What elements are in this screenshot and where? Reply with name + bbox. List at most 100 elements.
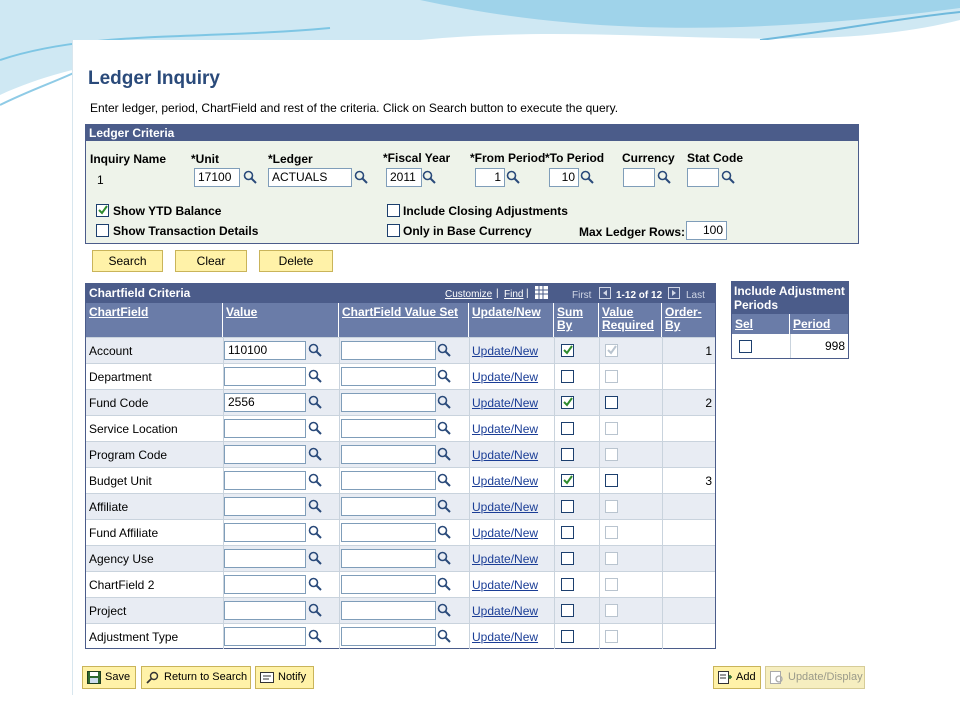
update-new-link[interactable]: Update/New [472,630,538,644]
value-required-checkbox[interactable] [605,474,618,487]
chartfield-value-input[interactable] [224,575,306,594]
value-required-checkbox[interactable] [605,370,618,383]
value-lookup-icon[interactable] [308,577,322,591]
sum-by-checkbox[interactable] [561,396,574,409]
next-page-icon[interactable] [668,287,680,299]
value-lookup-icon[interactable] [308,447,322,461]
value-required-checkbox[interactable] [605,552,618,565]
col-update-new[interactable]: Update/New [469,303,554,337]
show-transaction-checkbox[interactable] [96,224,109,237]
update-new-link[interactable]: Update/New [472,344,538,358]
from-period-input[interactable]: 1 [475,168,505,187]
value-set-lookup-icon[interactable] [437,603,451,617]
update-new-link[interactable]: Update/New [472,422,538,436]
value-set-lookup-icon[interactable] [437,499,451,513]
find-link[interactable]: Find [504,289,523,300]
value-required-checkbox[interactable] [605,604,618,617]
value-set-input[interactable] [341,627,436,646]
add-button[interactable]: Add [713,666,761,689]
col-sel[interactable]: Sel [732,314,790,334]
value-set-input[interactable] [341,419,436,438]
value-set-input[interactable] [341,523,436,542]
sum-by-checkbox[interactable] [561,344,574,357]
search-button[interactable]: Search [92,250,163,272]
value-required-checkbox[interactable] [605,578,618,591]
currency-lookup-icon[interactable] [657,170,671,184]
value-set-lookup-icon[interactable] [437,343,451,357]
value-required-checkbox[interactable] [605,500,618,513]
col-chartfield[interactable]: ChartField [86,303,223,337]
update-new-link[interactable]: Update/New [472,370,538,384]
from-period-lookup-icon[interactable] [506,170,520,184]
ledger-lookup-icon[interactable] [354,170,368,184]
value-set-lookup-icon[interactable] [437,551,451,565]
download-grid-icon[interactable] [535,286,548,299]
col-value-set[interactable]: ChartField Value Set [339,303,469,337]
clear-button[interactable]: Clear [175,250,247,272]
unit-lookup-icon[interactable] [243,170,257,184]
sum-by-checkbox[interactable] [561,474,574,487]
ledger-input[interactable]: ACTUALS [268,168,352,187]
value-set-input[interactable] [341,367,436,386]
value-required-checkbox[interactable] [605,526,618,539]
value-required-checkbox[interactable] [605,422,618,435]
update-new-link[interactable]: Update/New [472,396,538,410]
unit-input[interactable]: 17100 [194,168,240,187]
sum-by-checkbox[interactable] [561,552,574,565]
save-button[interactable]: Save [82,666,136,689]
sum-by-checkbox[interactable] [561,448,574,461]
chartfield-value-input[interactable]: 110100 [224,341,306,360]
chartfield-value-input[interactable] [224,445,306,464]
update-new-link[interactable]: Update/New [472,552,538,566]
value-set-input[interactable] [341,471,436,490]
value-set-input[interactable] [341,601,436,620]
value-set-lookup-icon[interactable] [437,369,451,383]
value-required-checkbox[interactable] [605,396,618,409]
value-set-lookup-icon[interactable] [437,447,451,461]
sum-by-checkbox[interactable] [561,578,574,591]
sum-by-checkbox[interactable] [561,630,574,643]
chartfield-value-input[interactable] [224,523,306,542]
value-lookup-icon[interactable] [308,343,322,357]
max-rows-input[interactable]: 100 [686,221,727,240]
update-new-link[interactable]: Update/New [472,448,538,462]
col-order-by[interactable]: Order-By [662,303,715,337]
value-required-checkbox[interactable] [605,630,618,643]
value-set-lookup-icon[interactable] [437,525,451,539]
col-period[interactable]: Period [790,314,848,334]
value-required-checkbox[interactable] [605,344,618,357]
value-lookup-icon[interactable] [308,473,322,487]
value-set-input[interactable] [341,549,436,568]
value-lookup-icon[interactable] [308,499,322,513]
update-new-link[interactable]: Update/New [472,474,538,488]
value-set-lookup-icon[interactable] [437,421,451,435]
sum-by-checkbox[interactable] [561,526,574,539]
value-set-lookup-icon[interactable] [437,395,451,409]
update-new-link[interactable]: Update/New [472,604,538,618]
value-set-input[interactable] [341,445,436,464]
value-lookup-icon[interactable] [308,421,322,435]
col-value[interactable]: Value [223,303,339,337]
update-new-link[interactable]: Update/New [472,578,538,592]
update-new-link[interactable]: Update/New [472,500,538,514]
chartfield-value-input[interactable] [224,627,306,646]
value-required-checkbox[interactable] [605,448,618,461]
delete-button[interactable]: Delete [259,250,333,272]
to-period-lookup-icon[interactable] [580,170,594,184]
value-lookup-icon[interactable] [308,551,322,565]
sum-by-checkbox[interactable] [561,422,574,435]
value-set-input[interactable] [341,341,436,360]
sum-by-checkbox[interactable] [561,604,574,617]
previous-page-icon[interactable] [599,287,611,299]
update-display-button[interactable]: Update/Display [765,666,865,689]
include-closing-checkbox[interactable] [387,204,400,217]
sum-by-checkbox[interactable] [561,370,574,383]
value-set-lookup-icon[interactable] [437,577,451,591]
chartfield-value-input[interactable] [224,549,306,568]
chartfield-value-input[interactable] [224,497,306,516]
value-lookup-icon[interactable] [308,369,322,383]
chartfield-value-input[interactable] [224,471,306,490]
value-lookup-icon[interactable] [308,603,322,617]
chartfield-value-input[interactable]: 2556 [224,393,306,412]
value-set-lookup-icon[interactable] [437,629,451,643]
